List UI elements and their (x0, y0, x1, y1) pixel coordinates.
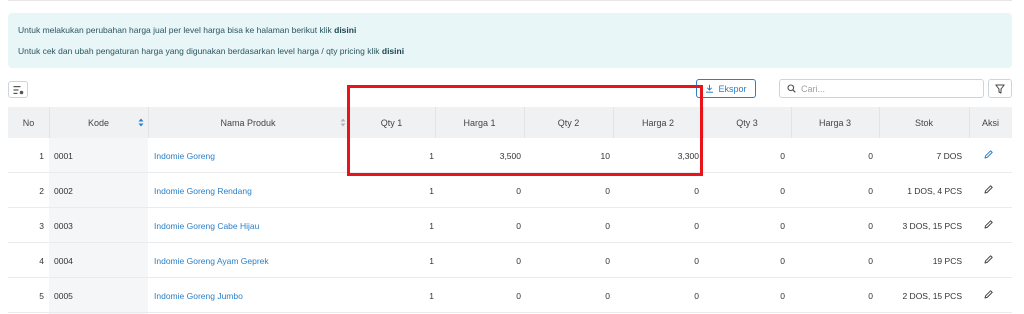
cell-stok: 19 PCS (932, 255, 962, 266)
product-name-link[interactable]: Indomie Goreng Cabe Hijau (154, 208, 259, 243)
alert-line1-text: Untuk melakukan perubahan harga jual per… (18, 25, 332, 35)
cell-harga3: 0 (868, 255, 873, 266)
cell-harga2: 0 (694, 255, 699, 266)
cell-qty1: 1 (429, 255, 434, 266)
edit-pencil-icon[interactable] (983, 254, 994, 265)
cell-kode: 0003 (54, 220, 73, 231)
cell-harga1: 3,500 (499, 150, 521, 161)
col-header-harga2: Harga 2 (641, 117, 675, 128)
alert-line-price-level: Untuk melakukan perubahan harga jual per… (18, 25, 356, 35)
cell-qty2: 0 (605, 255, 610, 266)
cell-stok: 2 DOS, 15 PCS (902, 290, 962, 301)
col-header-qty1: Qty 1 (380, 117, 403, 128)
cell-harga2: 0 (694, 185, 699, 196)
info-alert: Untuk melakukan perubahan harga jual per… (8, 13, 1012, 68)
product-price-page: Untuk melakukan perubahan harga jual per… (0, 0, 1024, 314)
cell-qty3: 0 (780, 150, 785, 161)
cell-no: 5 (39, 290, 44, 301)
product-name-link[interactable]: Indomie Goreng Ayam Geprek (154, 243, 269, 278)
col-header-harga1: Harga 1 (463, 117, 496, 128)
col-header-qty2: Qty 2 (557, 117, 580, 128)
edit-pencil-icon[interactable] (983, 219, 994, 230)
cell-kode: 0002 (54, 185, 73, 196)
cell-no: 2 (39, 185, 44, 196)
edit-pencil-icon[interactable] (983, 184, 994, 195)
cell-qty2: 10 (600, 150, 610, 161)
column-settings-icon (13, 85, 23, 94)
cell-stok: 7 DOS (936, 150, 962, 161)
cell-harga1: 0 (516, 220, 521, 231)
cell-no: 4 (39, 255, 44, 266)
edit-pencil-icon[interactable] (983, 149, 994, 160)
export-button[interactable]: Ekspor (696, 79, 756, 98)
cell-qty3: 0 (780, 220, 785, 231)
cell-harga3: 0 (868, 185, 873, 196)
download-icon (706, 84, 714, 93)
alert-line1-link[interactable]: disini (334, 25, 356, 35)
cell-no: 1 (39, 150, 44, 161)
cell-qty2: 0 (605, 185, 610, 196)
col-header-stok: Stok (914, 117, 933, 128)
search-input[interactable] (801, 83, 981, 94)
search-icon (787, 84, 796, 93)
cell-kode: 0005 (54, 290, 73, 301)
cell-qty2: 0 (605, 220, 610, 231)
col-header-kode[interactable]: Kode (49, 107, 148, 138)
table-row: 3 0003 Indomie Goreng Cabe Hijau 1 0 0 0… (8, 208, 1012, 243)
cell-stok: 1 DOS, 4 PCS (907, 185, 962, 196)
cell-harga2: 0 (694, 290, 699, 301)
edit-pencil-icon[interactable] (983, 289, 994, 300)
col-header-qty3: Qty 3 (736, 117, 758, 128)
sort-icon[interactable] (340, 118, 346, 127)
cell-harga3: 0 (868, 220, 873, 231)
filter-icon (995, 84, 1005, 93)
product-name-link[interactable]: Indomie Goreng Jumbo (154, 278, 243, 313)
col-header-nama-produk[interactable]: Nama Produk (148, 107, 348, 138)
export-label: Ekspor (718, 83, 747, 94)
cell-harga1: 0 (516, 185, 521, 196)
cell-qty2: 0 (605, 290, 610, 301)
cell-qty3: 0 (780, 255, 785, 266)
filter-button[interactable] (988, 79, 1012, 98)
table-row: 5 0005 Indomie Goreng Jumbo 1 0 0 0 0 0 … (8, 278, 1012, 313)
cell-no: 3 (39, 220, 44, 231)
column-settings-button[interactable] (8, 81, 28, 98)
cell-stok: 3 DOS, 15 PCS (902, 220, 962, 231)
cell-qty1: 1 (429, 290, 434, 301)
cell-qty3: 0 (780, 185, 785, 196)
col-header-harga3: Harga 3 (818, 117, 852, 128)
table-row: 1 0001 Indomie Goreng 1 3,500 10 3,300 0… (8, 138, 1012, 173)
cell-harga1: 0 (516, 290, 521, 301)
table-row: 4 0004 Indomie Goreng Ayam Geprek 1 0 0 … (8, 243, 1012, 278)
cell-harga2: 3,300 (677, 150, 699, 161)
product-name-link[interactable]: Indomie Goreng Rendang (154, 173, 252, 208)
cell-kode: 0001 (54, 150, 73, 161)
table-header: No Kode Nama Produk Qty 1 Harga 1 Qty 2 … (8, 107, 1012, 138)
cell-harga1: 0 (516, 255, 521, 266)
search-box (779, 79, 984, 98)
col-header-no: No (22, 117, 35, 128)
cell-harga3: 0 (868, 150, 873, 161)
cell-kode: 0004 (54, 255, 73, 266)
cell-harga2: 0 (694, 220, 699, 231)
alert-line2-text: Untuk cek dan ubah pengaturan harga yang… (18, 46, 380, 56)
cell-qty3: 0 (780, 290, 785, 301)
cell-qty1: 1 (429, 220, 434, 231)
cell-harga3: 0 (868, 290, 873, 301)
col-header-aksi: Aksi (981, 117, 999, 128)
sort-icon[interactable] (138, 118, 144, 127)
alert-line2-link[interactable]: disini (382, 46, 404, 56)
product-name-link[interactable]: Indomie Goreng (154, 138, 215, 173)
top-divider (8, 0, 1012, 1)
cell-qty1: 1 (429, 150, 434, 161)
cell-qty1: 1 (429, 185, 434, 196)
alert-line-qty-pricing: Untuk cek dan ubah pengaturan harga yang… (18, 46, 404, 56)
table-row: 2 0002 Indomie Goreng Rendang 1 0 0 0 0 … (8, 173, 1012, 208)
